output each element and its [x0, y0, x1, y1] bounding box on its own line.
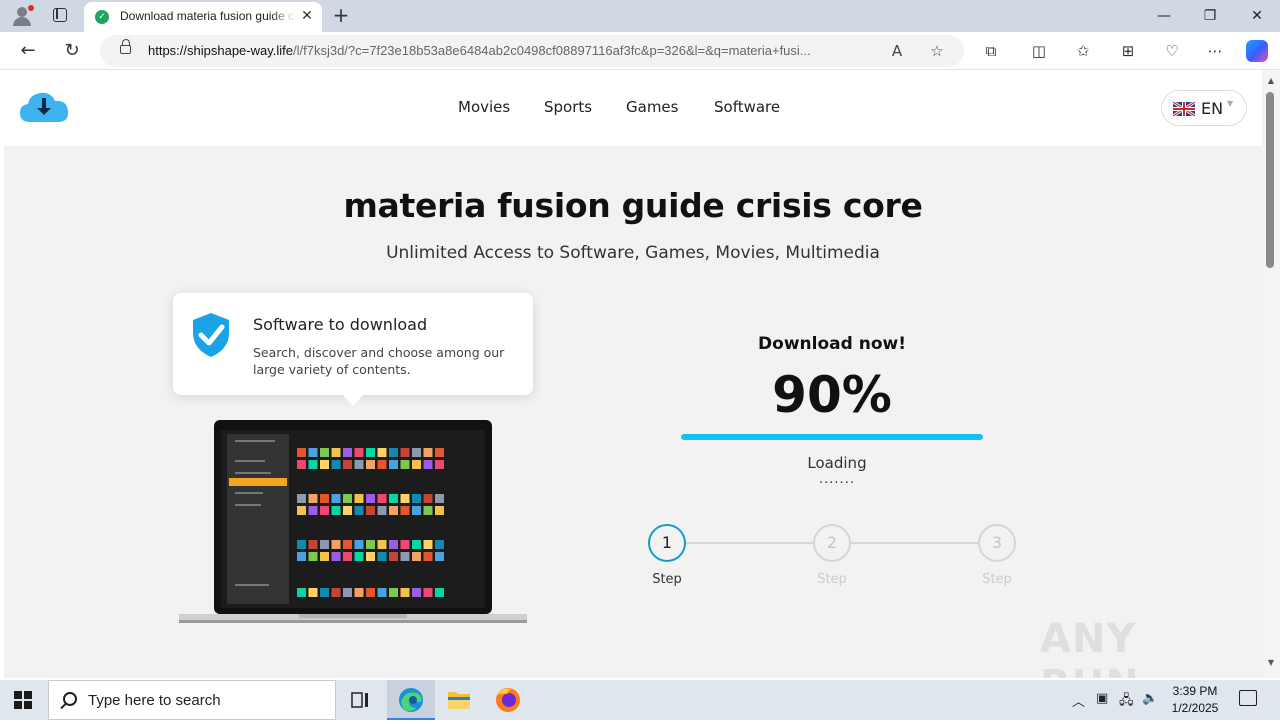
scroll-up-icon[interactable]: ▲ — [1266, 76, 1276, 86]
download-heading: Download now! — [758, 334, 906, 354]
device-icon[interactable]: ▣ — [1096, 691, 1108, 706]
network-icon[interactable]: 🖧 — [1119, 691, 1134, 713]
web-page: Movies Sports Games Software EN ▼ materi… — [4, 70, 1262, 678]
minimize-icon[interactable]: — — [1141, 0, 1187, 32]
favorites-icon[interactable]: ✩ — [1071, 39, 1095, 63]
back-arrow-icon[interactable]: ← — [14, 37, 42, 65]
loading-label: Loading — [807, 454, 867, 472]
task-view-icon[interactable] — [336, 680, 384, 720]
shield-check-icon — [193, 313, 229, 357]
bubble-description: Search, discover and choose among our la… — [253, 345, 505, 377]
step-1-circle: 1 — [648, 524, 686, 562]
browser-tab[interactable]: ✓ Download materia fusion guide crisis c… — [84, 2, 322, 32]
progress-bar-fill — [681, 434, 983, 440]
loading-dots: ....... — [819, 472, 855, 487]
windows-taskbar: Type here to search ︿ ▣ 🖧 🔈 3:39 PM 1/2/… — [0, 680, 1280, 720]
info-bubble: Software to download Search, discover an… — [173, 293, 533, 406]
nav-sports[interactable]: Sports — [544, 98, 592, 118]
hero-section: materia fusion guide crisis core Unlimit… — [4, 146, 1262, 678]
new-tab-button[interactable]: + — [330, 4, 352, 26]
taskbar-search-box[interactable]: Type here to search — [48, 680, 336, 720]
more-icon[interactable]: ⋯ — [1203, 39, 1227, 63]
notification-center-icon[interactable] — [1239, 690, 1257, 706]
progress-bar — [681, 434, 983, 440]
collections-icon[interactable]: ⊞ — [1116, 39, 1140, 63]
nav-software[interactable]: Software — [714, 98, 780, 118]
uk-flag-icon — [1173, 102, 1195, 116]
window-close-icon[interactable]: ✕ — [1234, 0, 1280, 32]
step-3-circle: 3 — [978, 524, 1016, 562]
profile-avatar-icon[interactable] — [10, 5, 34, 27]
clock-date: 1/2/2025 — [1171, 701, 1219, 715]
file-explorer-icon[interactable] — [435, 680, 483, 720]
progress-percent: 90% — [772, 366, 892, 424]
scrollbar-thumb[interactable] — [1266, 92, 1274, 268]
tab-favicon-check-icon: ✓ — [95, 10, 109, 24]
lock-icon[interactable] — [120, 39, 131, 54]
cloud-download-logo-icon[interactable] — [18, 88, 70, 126]
search-icon — [63, 692, 77, 706]
taskbar-search-placeholder: Type here to search — [88, 692, 221, 709]
tab-close-button[interactable]: ✕ — [298, 7, 316, 25]
volume-icon[interactable]: 🔈 — [1142, 691, 1158, 706]
url-field[interactable]: https://shipshape-way.life/l/f7ksj3d/?c=… — [100, 35, 964, 67]
page-subtitle: Unlimited Access to Software, Games, Mov… — [386, 243, 880, 263]
address-bar-row: ← ↻ https://shipshape-way.life/l/f7ksj3d… — [0, 32, 1280, 70]
copilot-icon[interactable] — [1246, 40, 1268, 62]
step-2-label: Step — [817, 572, 847, 587]
language-label: EN — [1201, 99, 1224, 118]
step-connector — [686, 542, 816, 544]
url-text[interactable]: https://shipshape-way.life/l/f7ksj3d/?c=… — [148, 43, 878, 61]
bubble-title: Software to download — [253, 315, 428, 334]
watermark-text: ANY RUN — [1040, 616, 1139, 678]
step-connector — [851, 542, 981, 544]
step-3-label: Step — [982, 572, 1012, 587]
step-2-circle: 2 — [813, 524, 851, 562]
taskbar-clock[interactable]: 3:39 PM 1/2/2025 — [1168, 683, 1222, 717]
page-scrollbar[interactable]: ▲ ▼ — [1262, 70, 1280, 678]
refresh-icon[interactable]: ↻ — [58, 37, 86, 65]
browser-essentials-icon[interactable]: ♡ — [1160, 39, 1184, 63]
browser-tab-bar: ✓ Download materia fusion guide crisis c… — [0, 0, 1280, 32]
extensions-icon[interactable]: ⧉ — [979, 39, 1003, 63]
page-title: materia fusion guide crisis core — [343, 186, 923, 225]
tab-actions-icon[interactable] — [53, 8, 67, 22]
show-hidden-icons-chevron-icon[interactable]: ︿ — [1072, 691, 1085, 710]
clock-time: 3:39 PM — [1172, 684, 1218, 698]
nav-movies[interactable]: Movies — [458, 98, 510, 118]
read-aloud-icon[interactable]: A — [886, 40, 908, 62]
edge-icon[interactable] — [387, 680, 435, 720]
laptop-preview-image — [179, 420, 527, 623]
scroll-down-icon[interactable]: ▼ — [1266, 658, 1276, 668]
nav-games[interactable]: Games — [626, 98, 678, 118]
restore-icon[interactable]: ❐ — [1187, 0, 1233, 32]
site-header: Movies Sports Games Software EN ▼ — [4, 70, 1262, 146]
chevron-down-icon: ▼ — [1227, 99, 1234, 108]
firefox-icon[interactable] — [484, 680, 532, 720]
windows-start-icon[interactable] — [14, 691, 32, 709]
step-1-label: Step — [652, 572, 682, 587]
language-selector[interactable]: EN ▼ — [1161, 90, 1247, 126]
tab-title: Download materia fusion guide crisis cor… — [120, 9, 296, 23]
split-screen-icon[interactable]: ◫ — [1027, 39, 1051, 63]
favorite-star-icon[interactable]: ☆ — [926, 40, 948, 62]
